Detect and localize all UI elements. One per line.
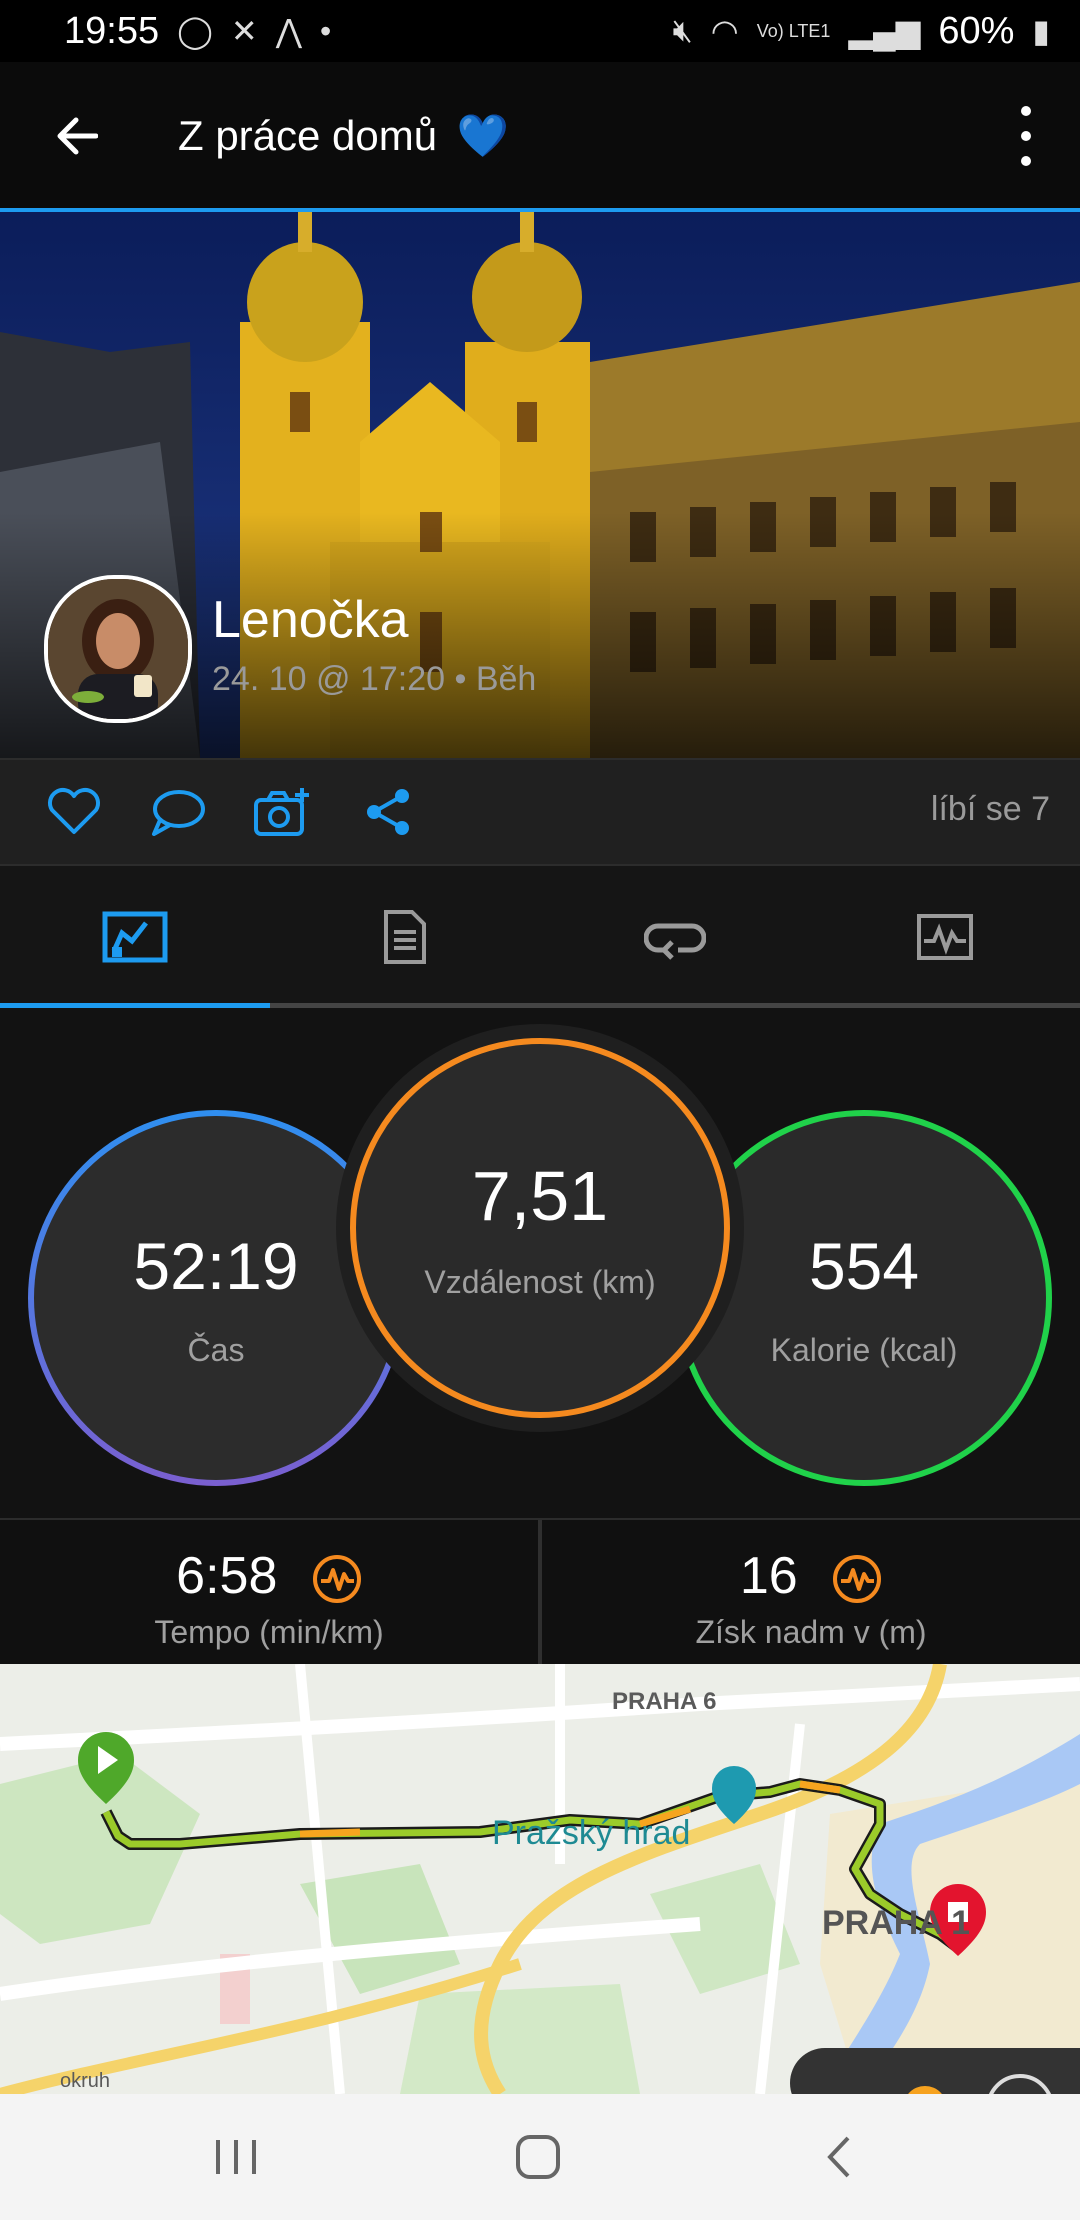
pace-stat[interactable]: 6:58 Tempo (min/km) [0, 1520, 538, 1664]
camera-plus-icon [254, 788, 309, 836]
home-button[interactable] [508, 2132, 568, 2182]
comment-button[interactable] [148, 782, 208, 842]
pace-value: 6:58 [176, 1547, 278, 1605]
distance-ring: 7,51 Vzdálenost (km) [350, 1038, 730, 1418]
pulse-icon [312, 1555, 361, 1604]
status-bar: 19:55 ◯ ✕ ⋀ • 🔇︎ ◠ Vo) LTE1 ▂▄▆ 60% ▮ [0, 0, 1080, 62]
activity-meta: 24. 10 @ 17:20 • Běh [212, 660, 537, 698]
time-ring: 52:19 Čas [28, 1110, 404, 1486]
pace-row: 6:58 [0, 1546, 538, 1606]
mute-icon: 🔇︎ [672, 12, 693, 48]
heart-icon [48, 788, 100, 834]
likes-count[interactable]: líbí se 7 [931, 790, 1050, 829]
profile-name[interactable]: Lenočka [212, 590, 409, 650]
map-poi-prazsky-hrad[interactable]: Pražský hrad [492, 1814, 690, 1853]
back-button[interactable] [46, 106, 106, 166]
avatar[interactable] [44, 575, 192, 723]
wifi-icon: ◠ [710, 13, 739, 49]
recents-icon [216, 2140, 256, 2174]
elevation-label: Získ nadm v (m) [695, 1614, 927, 1650]
tab-details[interactable] [270, 866, 540, 1008]
more-dot [1021, 131, 1031, 141]
status-time: 19:55 [64, 9, 160, 52]
tab-charts[interactable] [810, 866, 1080, 1008]
elevation-stat[interactable]: 16 Získ nadm v (m) [542, 1520, 1080, 1664]
back-nav-button[interactable] [810, 2132, 870, 2182]
map-stats-icon [102, 911, 168, 963]
arrow-left-icon [57, 117, 98, 155]
map-canvas [0, 1664, 1080, 2094]
tab-laps[interactable] [540, 866, 810, 1008]
map-label-road: okruh [60, 2070, 111, 2092]
add-photo-button[interactable] [252, 782, 312, 842]
system-navbar [0, 2094, 1080, 2220]
comment-icon [152, 790, 205, 836]
signal-icon: ▂▄▆ [848, 13, 921, 49]
app-bar: Z práce domů 💙 [0, 62, 1080, 210]
time-label: Čas [187, 1331, 245, 1368]
pulse-icon [833, 1555, 882, 1604]
calories-ring: 554 Kalorie (kcal) [676, 1110, 1052, 1486]
network-type: Vo) LTE1 [756, 21, 831, 41]
page-title: Z práce domů 💙 [178, 112, 509, 161]
chart-icon [917, 914, 973, 960]
chevron-left-icon [827, 2136, 850, 2178]
battery-icon: ▮ [1032, 13, 1050, 49]
recents-button[interactable] [206, 2132, 266, 2182]
page-title-text: Z práce domů [178, 111, 438, 159]
laps-icon [644, 923, 706, 960]
like-button[interactable] [44, 782, 104, 842]
document-icon [384, 910, 426, 964]
more-options-button[interactable] [1016, 106, 1036, 166]
share-button[interactable] [358, 782, 418, 842]
calories-label: Kalorie (kcal) [770, 1331, 958, 1368]
route-map[interactable]: PRAHA 6 PRAHA 1 Pražský hrad okruh [0, 1664, 1080, 2094]
secondary-stats: 6:58 Tempo (min/km) 16 Získ nadm v (m) [0, 1518, 1080, 1666]
home-icon [516, 2135, 560, 2179]
battery-text: 60% [938, 9, 1015, 52]
blue-heart-icon: 💙 [456, 111, 510, 159]
elevation-row: 16 [542, 1546, 1080, 1606]
elevation-value: 16 [739, 1547, 798, 1605]
avatar-photo [48, 579, 188, 719]
share-icon [367, 789, 409, 835]
more-dot [1021, 156, 1031, 166]
more-dot [1021, 106, 1031, 116]
distance-label: Vzdálenost (km) [424, 1263, 656, 1300]
dot-icon: • [319, 12, 332, 49]
map-label-praha6: PRAHA 6 [612, 1688, 717, 1715]
tab-overview[interactable] [0, 866, 270, 1008]
underarmour-icon: ✕ [230, 13, 258, 49]
pace-label: Tempo (min/km) [154, 1614, 384, 1650]
calories-value: 554 [808, 1228, 920, 1303]
distance-value: 7,51 [471, 1156, 609, 1235]
whatsapp-icon: ◯ [177, 13, 213, 49]
map-label-praha1: PRAHA 1 [822, 1904, 970, 1942]
social-actions: líbí se 7 [0, 758, 1080, 866]
strava-icon: ⋀ [275, 13, 302, 49]
activity-tabs [0, 866, 1080, 1008]
time-value: 52:19 [133, 1228, 299, 1303]
